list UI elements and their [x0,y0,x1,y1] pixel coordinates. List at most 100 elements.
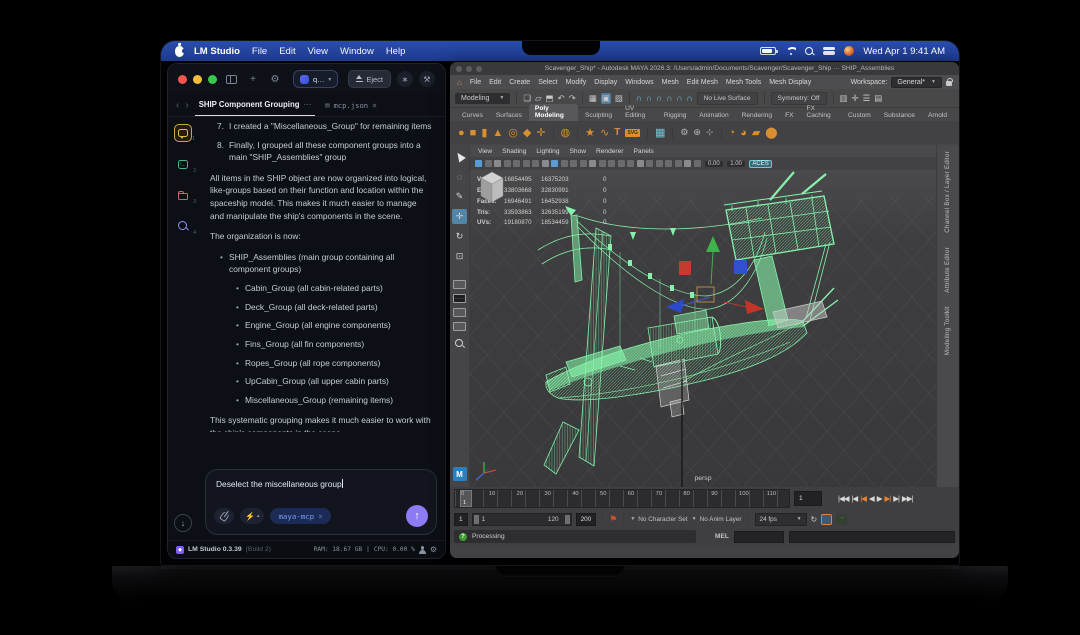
sidebar-toggle-icon[interactable] [223,71,239,87]
close-button[interactable] [178,75,187,84]
sidebar-buttons-icon[interactable]: ▤ [874,93,882,104]
select-hierarchy-icon[interactable]: ▦ [589,93,597,104]
loop-playback-icon[interactable]: ↻ [811,515,818,524]
tab-ship-component-grouping[interactable]: SHIP Component Grouping ⋯ [195,94,316,116]
chat-input-text[interactable]: Deselect the miscellaneous group [216,479,426,489]
select-object-icon[interactable]: ▣ [601,93,611,104]
shelf-tab-surfaces[interactable]: Surfaces [490,111,528,121]
paint-select-tool[interactable]: ✎ [452,189,467,204]
menu-item-view[interactable]: View [308,46,328,57]
nav-forward-icon[interactable]: › [185,100,188,111]
menu-display[interactable]: Display [594,79,617,86]
attach-file-button[interactable] [214,508,234,524]
snap-point-icon[interactable]: ∩ [656,93,662,103]
snap-view-icon[interactable]: ∩ [676,93,682,103]
layout-outliner-pane[interactable] [453,322,466,331]
play-forwards-button[interactable]: ▶ [877,494,882,503]
mel-result-field[interactable] [789,531,955,543]
lasso-tool[interactable]: ◌ [452,169,467,184]
character-set-dropdown[interactable]: ▼No Character Set [630,516,687,523]
menu-windows[interactable]: Windows [625,79,653,86]
mel-input[interactable] [734,531,784,543]
menu-item-window[interactable]: Window [340,46,374,57]
menu-set-dropdown[interactable]: Modeling▼ [455,93,510,104]
workspace-dropdown[interactable]: General*▼ [891,77,942,88]
zoom-select-tool[interactable] [452,336,467,351]
viewport-toolbar-icon[interactable] [523,160,530,167]
fps-dropdown[interactable]: 24 fps▼ [755,513,807,526]
tab-attribute-editor[interactable]: Attribute Editor [944,247,951,293]
exposure-field[interactable]: 0.00 [705,161,723,167]
live-surface-field[interactable]: No Live Surface [697,92,758,105]
poly-torus-icon[interactable]: ◎ [508,126,518,139]
wifi-icon[interactable] [785,47,796,56]
viewport-toolbar-icon[interactable] [627,160,634,167]
current-frame-field[interactable]: 1 [794,491,822,506]
menu-item-edit[interactable]: Edit [279,46,295,57]
lock-icon[interactable] [946,81,952,86]
viewport-toolbar-icon[interactable] [513,160,520,167]
preferences-button[interactable] [836,514,847,525]
viewport-toolbar-icon[interactable] [542,160,549,167]
viewport-toolbar-icon[interactable] [694,160,701,167]
layout-two-pane[interactable] [453,308,466,317]
step-back-frame-button[interactable]: |◀ [851,494,857,503]
panel-menu-lighting[interactable]: Lighting [536,148,559,155]
viewport-toolbar-icon[interactable] [532,160,539,167]
svg-tool-icon[interactable]: SVG [625,129,640,137]
shelf-tab-fx-caching[interactable]: FX Caching [801,104,842,121]
open-scene-icon[interactable]: ▱ [535,93,542,104]
close-button[interactable] [456,66,462,72]
viewport-toolbar-icon[interactable] [475,160,482,167]
toolbox-display-icon[interactable]: ☰ [863,93,871,104]
viewport-toolbar-icon[interactable] [504,160,511,167]
auto-keyframe-button[interactable] [821,514,832,525]
battery-icon[interactable] [760,47,776,55]
viewport-toolbar-icon[interactable] [570,160,577,167]
frame-ruler[interactable]: 1 0102030405060708090100110 [454,489,790,508]
poly-cylinder-icon[interactable]: ▮ [481,126,487,139]
notifications-button[interactable]: ∗ [397,71,413,87]
shelf-tab-rendering[interactable]: Rendering [736,111,778,121]
shelf-tab-uv-editing[interactable]: UV Editing [619,104,657,121]
viewport-toolbar-icon[interactable] [684,160,691,167]
menu-mesh-tools[interactable]: Mesh Tools [726,79,761,86]
snap-projected-icon[interactable]: ∩ [666,93,672,103]
step-forward-key-button[interactable]: ▶| [884,494,890,503]
save-scene-icon[interactable]: ⬒ [546,93,554,104]
shelf-tab-curves[interactable]: Curves [456,111,489,121]
anim-layer-dropdown[interactable]: ▼No Anim Layer [692,516,742,523]
menu-file[interactable]: File [470,79,481,86]
apple-menu-icon[interactable] [175,46,184,57]
snap-surface-icon[interactable]: ∩ [686,93,692,103]
select-tool[interactable] [452,149,467,164]
poly-cube-icon[interactable]: ■ [470,127,477,139]
time-slider[interactable]: 1 0102030405060708090100110 1 |◀◀ |◀ |◀ … [450,487,959,510]
locator-icon[interactable]: ⊹ [706,127,714,138]
range-track[interactable]: 1 120 [472,513,572,526]
animation-start-field[interactable]: 1 [454,513,468,526]
poly-cone-icon[interactable]: ▲ [492,127,503,139]
poly-sphere-icon[interactable]: ● [458,127,465,139]
colorspace-badge[interactable]: ACES [749,160,771,168]
remove-mcp-icon[interactable]: × [318,512,323,521]
new-scene-icon[interactable]: ❏ [523,93,531,104]
shelf-tab-animation[interactable]: Animation [693,111,734,121]
status-app-icon[interactable] [844,46,854,56]
menu-item-help[interactable]: Help [386,46,406,57]
step-back-key-button[interactable]: |◀ [860,494,866,503]
boolean-difference-icon[interactable]: ◕ [740,127,747,139]
combine-icon[interactable]: ▰ [752,126,760,139]
menu-modify[interactable]: Modify [566,79,587,86]
redo-icon[interactable]: ↷ [569,93,576,104]
render-settings-icon[interactable]: ▥ [840,93,848,104]
settings-gear-icon[interactable]: ⚙ [430,545,437,554]
spotlight-search-icon[interactable] [805,47,814,56]
ik-handle-icon[interactable]: ⊕ [693,127,701,138]
shelf-tab-rigging[interactable]: Rigging [658,111,692,121]
grid-tool-icon[interactable]: ▦ [655,126,665,139]
viewport-toolbar-icon[interactable] [665,160,672,167]
home-icon[interactable]: ⌂ [457,78,462,87]
layout-four-pane[interactable] [453,294,466,303]
viewport-toolbar-icon[interactable] [637,160,644,167]
